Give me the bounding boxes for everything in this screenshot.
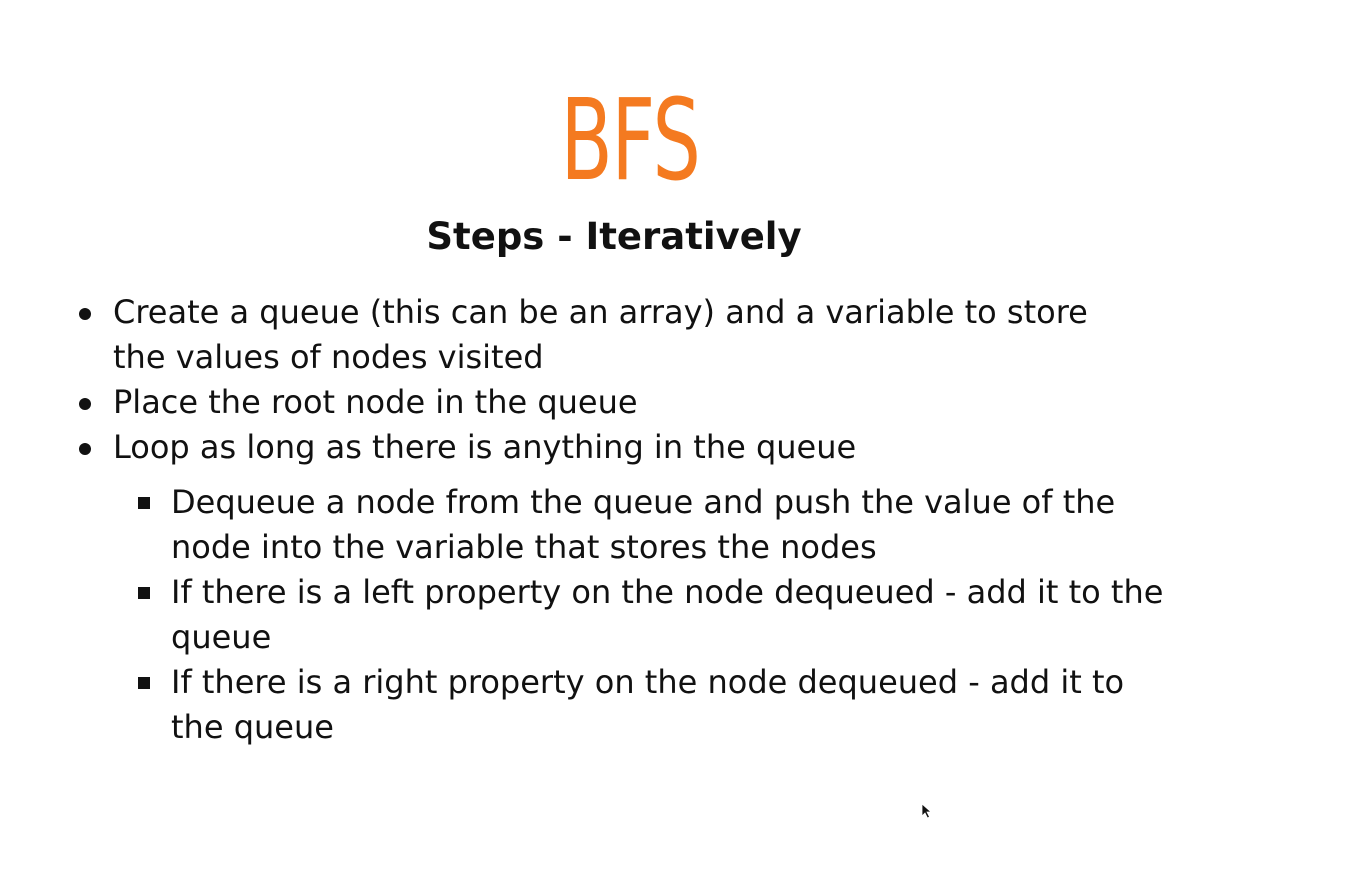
bullet-item: Loop as long as there is anything in the…	[79, 425, 1133, 470]
bullet-item: Create a queue (this can be an array) an…	[79, 290, 1133, 380]
sub-bullet-item: If there is a left property on the node …	[138, 570, 1181, 660]
sub-bullet-item: If there is a right property on the node…	[138, 660, 1181, 750]
slide-subtitle: Steps - Iteratively	[426, 215, 802, 258]
bullet-item: Place the root node in the queue	[79, 380, 1133, 425]
mouse-pointer-icon	[921, 803, 933, 819]
sub-bullet-item: Dequeue a node from the queue and push t…	[138, 480, 1181, 570]
slide-title: BFS	[560, 76, 701, 206]
slide: BFS Steps - Iteratively Create a queue (…	[0, 0, 1356, 874]
bullet-list: Create a queue (this can be an array) an…	[79, 290, 1133, 470]
sub-bullet-list: Dequeue a node from the queue and push t…	[138, 480, 1181, 750]
